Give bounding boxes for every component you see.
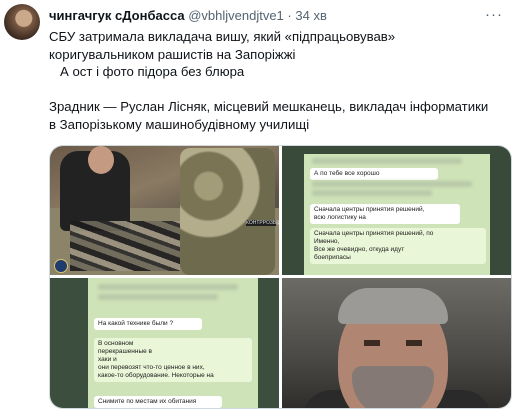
tweet-header: чингачгук сДонбасса @vbhljvendjtve1 · 34… — [49, 8, 327, 23]
photo-man-head — [88, 146, 114, 174]
chat-line: всю логистику на — [314, 214, 366, 221]
chat-line: они перевозят что-то ценное в них, — [98, 364, 205, 371]
chat-line: Все же очевидно, откуда идут — [314, 246, 405, 253]
blurred-text — [98, 294, 218, 300]
chat-screen: На какой технике были ? В основном перек… — [88, 278, 258, 408]
chat-bubble: Снимите по местам их обитания — [94, 396, 222, 408]
tweet-text: СБУ затримала викладача вишу, який «підп… — [49, 28, 504, 133]
user-handle[interactable]: @vbhljvendjtve1 — [188, 8, 284, 23]
tweet-line: А ост і фото підора без блюра — [49, 64, 245, 79]
chat-line: В основном — [98, 340, 134, 347]
photo-portrait[interactable] — [282, 278, 511, 408]
sbu-logo-icon — [54, 259, 68, 273]
photo-seized-weapons[interactable]: КОНТРРОЗВІДКА — [50, 146, 279, 275]
photo-patch: КОНТРРОЗВІДКА — [246, 220, 279, 226]
chat-line: Именно, — [314, 238, 340, 245]
display-name[interactable]: чингачгук сДонбасса — [49, 8, 185, 23]
tweet-line: коригувальником рашистів на Запоріжжі — [49, 46, 296, 62]
tweet-line: СБУ затримала викладача вишу, який «підп… — [49, 29, 396, 44]
chat-line: Сначала центры принятия решений, — [314, 206, 425, 213]
chat-line: какое-то оборудование. Некоторые на — [98, 372, 214, 379]
photo-chat-1[interactable]: А по тебе все хорошо Сначала центры прин… — [282, 146, 511, 275]
chat-line: перекрашенные в — [98, 348, 152, 355]
chat-screen: А по тебе все хорошо Сначала центры прин… — [304, 154, 490, 275]
timestamp[interactable]: 34 хв — [295, 8, 326, 23]
chat-bubble: Сначала центры принятия решений, по Имен… — [310, 228, 486, 264]
chat-bubble: В основном перекрашенные в хаки и они пе… — [94, 338, 252, 382]
chat-line: хаки и — [98, 356, 117, 363]
chat-line: боеприпасы — [314, 254, 351, 261]
photo-chat-2[interactable]: На какой технике были ? В основном перек… — [50, 278, 279, 408]
blurred-text — [312, 181, 472, 187]
portrait-eyes — [364, 340, 422, 346]
blurred-text — [98, 284, 238, 290]
portrait-hair — [338, 288, 448, 324]
media-grid: КОНТРРОЗВІДКА А по тебе все хорошо Снача… — [49, 145, 512, 409]
tweet-line — [49, 81, 504, 99]
separator-dot: · — [287, 8, 292, 23]
chat-line: Сначала центры принятия решений, по — [314, 230, 434, 237]
chat-bubble: А по тебе все хорошо — [310, 168, 438, 180]
blurred-text — [312, 190, 432, 196]
tweet-line: Зрадник — Руслан Лісняк, місцевий мешкан… — [49, 99, 489, 114]
photo-soldier — [180, 148, 275, 275]
portrait-beard — [352, 366, 434, 408]
chat-bubble: На какой технике были ? — [94, 318, 202, 330]
chat-bubble: Сначала центры принятия решений, всю лог… — [310, 204, 460, 224]
more-options-icon[interactable]: ··· — [485, 6, 503, 23]
tweet-line: в Запорізькому машинобудівному училищі — [49, 116, 310, 132]
blurred-text — [312, 158, 462, 164]
avatar[interactable] — [4, 4, 40, 40]
